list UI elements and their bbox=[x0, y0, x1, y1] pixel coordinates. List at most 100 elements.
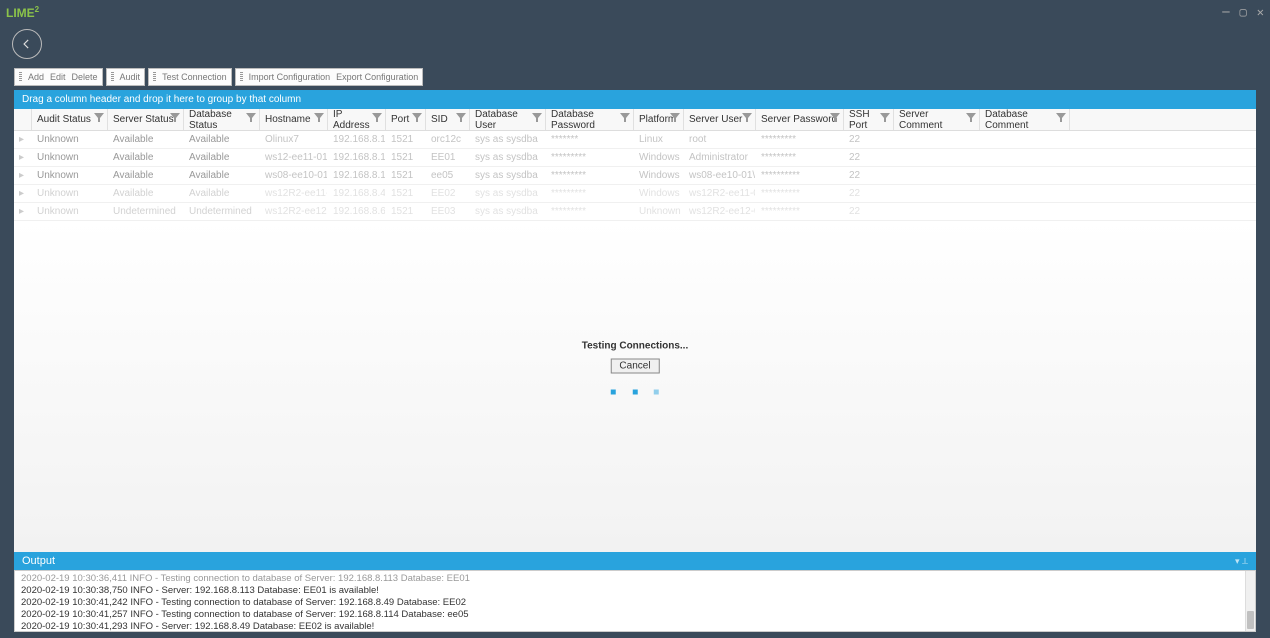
row-selector[interactable]: ▸ bbox=[14, 167, 32, 184]
cell-sid: ee05 bbox=[426, 167, 470, 184]
table-row[interactable]: ▸UnknownAvailableAvailablews08-ee10-0119… bbox=[14, 167, 1256, 185]
cell-ssh-port: 22 bbox=[844, 185, 894, 202]
cell-server-comment bbox=[894, 185, 980, 202]
output-line: 2020-02-19 10:30:38,750 INFO - Server: 1… bbox=[21, 585, 1249, 597]
cell-server-status: Available bbox=[108, 131, 184, 148]
column-header-server-password[interactable]: Server Password bbox=[756, 109, 844, 130]
column-label: Database Comment bbox=[985, 109, 1064, 131]
row-selector[interactable]: ▸ bbox=[14, 185, 32, 202]
row-selector[interactable]: ▸ bbox=[14, 149, 32, 166]
cell-hostname: ws12R2-ee12-01 bbox=[260, 203, 328, 220]
audit-button[interactable]: Audit bbox=[120, 72, 141, 82]
cell-database-status: Available bbox=[184, 185, 260, 202]
column-label: Port bbox=[391, 114, 409, 125]
cancel-button[interactable]: Cancel bbox=[610, 358, 659, 373]
column-header-server-status[interactable]: Server Status bbox=[108, 109, 184, 130]
delete-button[interactable]: Delete bbox=[72, 72, 98, 82]
row-selector[interactable]: ▸ bbox=[14, 203, 32, 220]
minimize-icon[interactable]: ─ bbox=[1222, 5, 1229, 19]
toolbar: Add Edit Delete Audit Test Connection Im… bbox=[0, 68, 1270, 86]
filter-icon[interactable] bbox=[314, 113, 324, 123]
add-button[interactable]: Add bbox=[28, 72, 44, 82]
toolbar-group-test: Test Connection bbox=[148, 68, 232, 86]
filter-icon[interactable] bbox=[742, 113, 752, 123]
cell-database-user: sys as sysdba bbox=[470, 185, 546, 202]
grip-icon[interactable] bbox=[111, 72, 114, 82]
cell-hostname: ws12-ee11-01 bbox=[260, 149, 328, 166]
filter-icon[interactable] bbox=[94, 113, 104, 123]
table-row[interactable]: ▸UnknownAvailableAvailablews12-ee11-0119… bbox=[14, 149, 1256, 167]
grip-icon[interactable] bbox=[19, 72, 22, 82]
test-connection-button[interactable]: Test Connection bbox=[162, 72, 227, 82]
column-header-server-user[interactable]: Server User bbox=[684, 109, 756, 130]
filter-icon[interactable] bbox=[830, 113, 840, 123]
column-header-platform[interactable]: Platform bbox=[634, 109, 684, 130]
filter-icon[interactable] bbox=[670, 113, 680, 123]
table-row[interactable]: ▸UnknownAvailableAvailableOlinux7192.168… bbox=[14, 131, 1256, 149]
pin-icon[interactable]: ▾ ⟂ bbox=[1235, 556, 1248, 567]
column-label: Audit Status bbox=[37, 114, 91, 125]
cell-server-password: ********** bbox=[756, 167, 844, 184]
filter-icon[interactable] bbox=[246, 113, 256, 123]
group-by-hint[interactable]: Drag a column header and drop it here to… bbox=[14, 90, 1256, 109]
filter-icon[interactable] bbox=[880, 113, 890, 123]
cell-ip-address: 192.168.8.69 bbox=[328, 203, 386, 220]
column-header-ssh-port[interactable]: SSH Port bbox=[844, 109, 894, 130]
column-header-audit-status[interactable]: Audit Status bbox=[32, 109, 108, 130]
scrollbar-thumb[interactable] bbox=[1247, 611, 1254, 629]
cell-server-user: ws12R2-ee11-01\A bbox=[684, 185, 756, 202]
output-scrollbar[interactable] bbox=[1245, 571, 1255, 631]
column-header-database-password[interactable]: Database Password bbox=[546, 109, 634, 130]
row-selector[interactable]: ▸ bbox=[14, 131, 32, 148]
column-label: Server Comment bbox=[899, 109, 974, 131]
import-config-button[interactable]: Import Configuration bbox=[249, 72, 331, 82]
toolbar-group-config: Import Configuration Export Configuratio… bbox=[235, 68, 424, 86]
grip-icon[interactable] bbox=[153, 72, 156, 82]
grip-icon[interactable] bbox=[240, 72, 243, 82]
column-label: Server Status bbox=[113, 114, 174, 125]
column-label: Server User bbox=[689, 114, 742, 125]
column-header-ip-address[interactable]: IP Address bbox=[328, 109, 386, 130]
cell-audit-status: Unknown bbox=[32, 131, 108, 148]
column-header-sid[interactable]: SID bbox=[426, 109, 470, 130]
output-panel-header[interactable]: Output ▾ ⟂ bbox=[14, 552, 1256, 570]
export-config-button[interactable]: Export Configuration bbox=[336, 72, 418, 82]
filter-icon[interactable] bbox=[170, 113, 180, 123]
cell-server-comment bbox=[894, 149, 980, 166]
cell-server-comment bbox=[894, 131, 980, 148]
cell-database-password: ******* bbox=[546, 131, 634, 148]
column-header-port[interactable]: Port bbox=[386, 109, 426, 130]
row-selector-header[interactable] bbox=[14, 109, 32, 130]
maximize-icon[interactable]: ▢ bbox=[1240, 5, 1247, 19]
filter-icon[interactable] bbox=[532, 113, 542, 123]
column-header-database-user[interactable]: Database User bbox=[470, 109, 546, 130]
back-button[interactable] bbox=[12, 29, 42, 59]
cell-server-user: Administrator bbox=[684, 149, 756, 166]
cell-database-status: Available bbox=[184, 167, 260, 184]
app-window: LIME2 ─ ▢ ✕ Add Edit Delete Audit Test C… bbox=[0, 0, 1270, 638]
cell-platform: Windows bbox=[634, 185, 684, 202]
cell-database-comment bbox=[980, 203, 1070, 220]
column-header-hostname[interactable]: Hostname bbox=[260, 109, 328, 130]
cell-server-password: ********* bbox=[756, 149, 844, 166]
cell-port: 1521 bbox=[386, 131, 426, 148]
table-row[interactable]: ▸UnknownUndeterminedUndeterminedws12R2-e… bbox=[14, 203, 1256, 221]
table-row[interactable]: ▸UnknownAvailableAvailablews12R2-ee11-01… bbox=[14, 185, 1256, 203]
output-line: 2020-02-19 10:30:41,293 INFO - Server: 1… bbox=[21, 621, 1249, 632]
cell-platform: Unknown bbox=[634, 203, 684, 220]
edit-button[interactable]: Edit bbox=[50, 72, 66, 82]
filter-icon[interactable] bbox=[1056, 113, 1066, 123]
close-icon[interactable]: ✕ bbox=[1257, 5, 1264, 19]
column-header-database-status[interactable]: Database Status bbox=[184, 109, 260, 130]
column-header-database-comment[interactable]: Database Comment bbox=[980, 109, 1070, 130]
cell-server-comment bbox=[894, 203, 980, 220]
filter-icon[interactable] bbox=[966, 113, 976, 123]
filter-icon[interactable] bbox=[456, 113, 466, 123]
filter-icon[interactable] bbox=[372, 113, 382, 123]
cell-database-user: sys as sysdba bbox=[470, 203, 546, 220]
column-header-server-comment[interactable]: Server Comment bbox=[894, 109, 980, 130]
filter-icon[interactable] bbox=[412, 113, 422, 123]
dot-icon bbox=[632, 389, 637, 394]
filter-icon[interactable] bbox=[620, 113, 630, 123]
cell-server-user: ws12R2-ee12-01\A bbox=[684, 203, 756, 220]
